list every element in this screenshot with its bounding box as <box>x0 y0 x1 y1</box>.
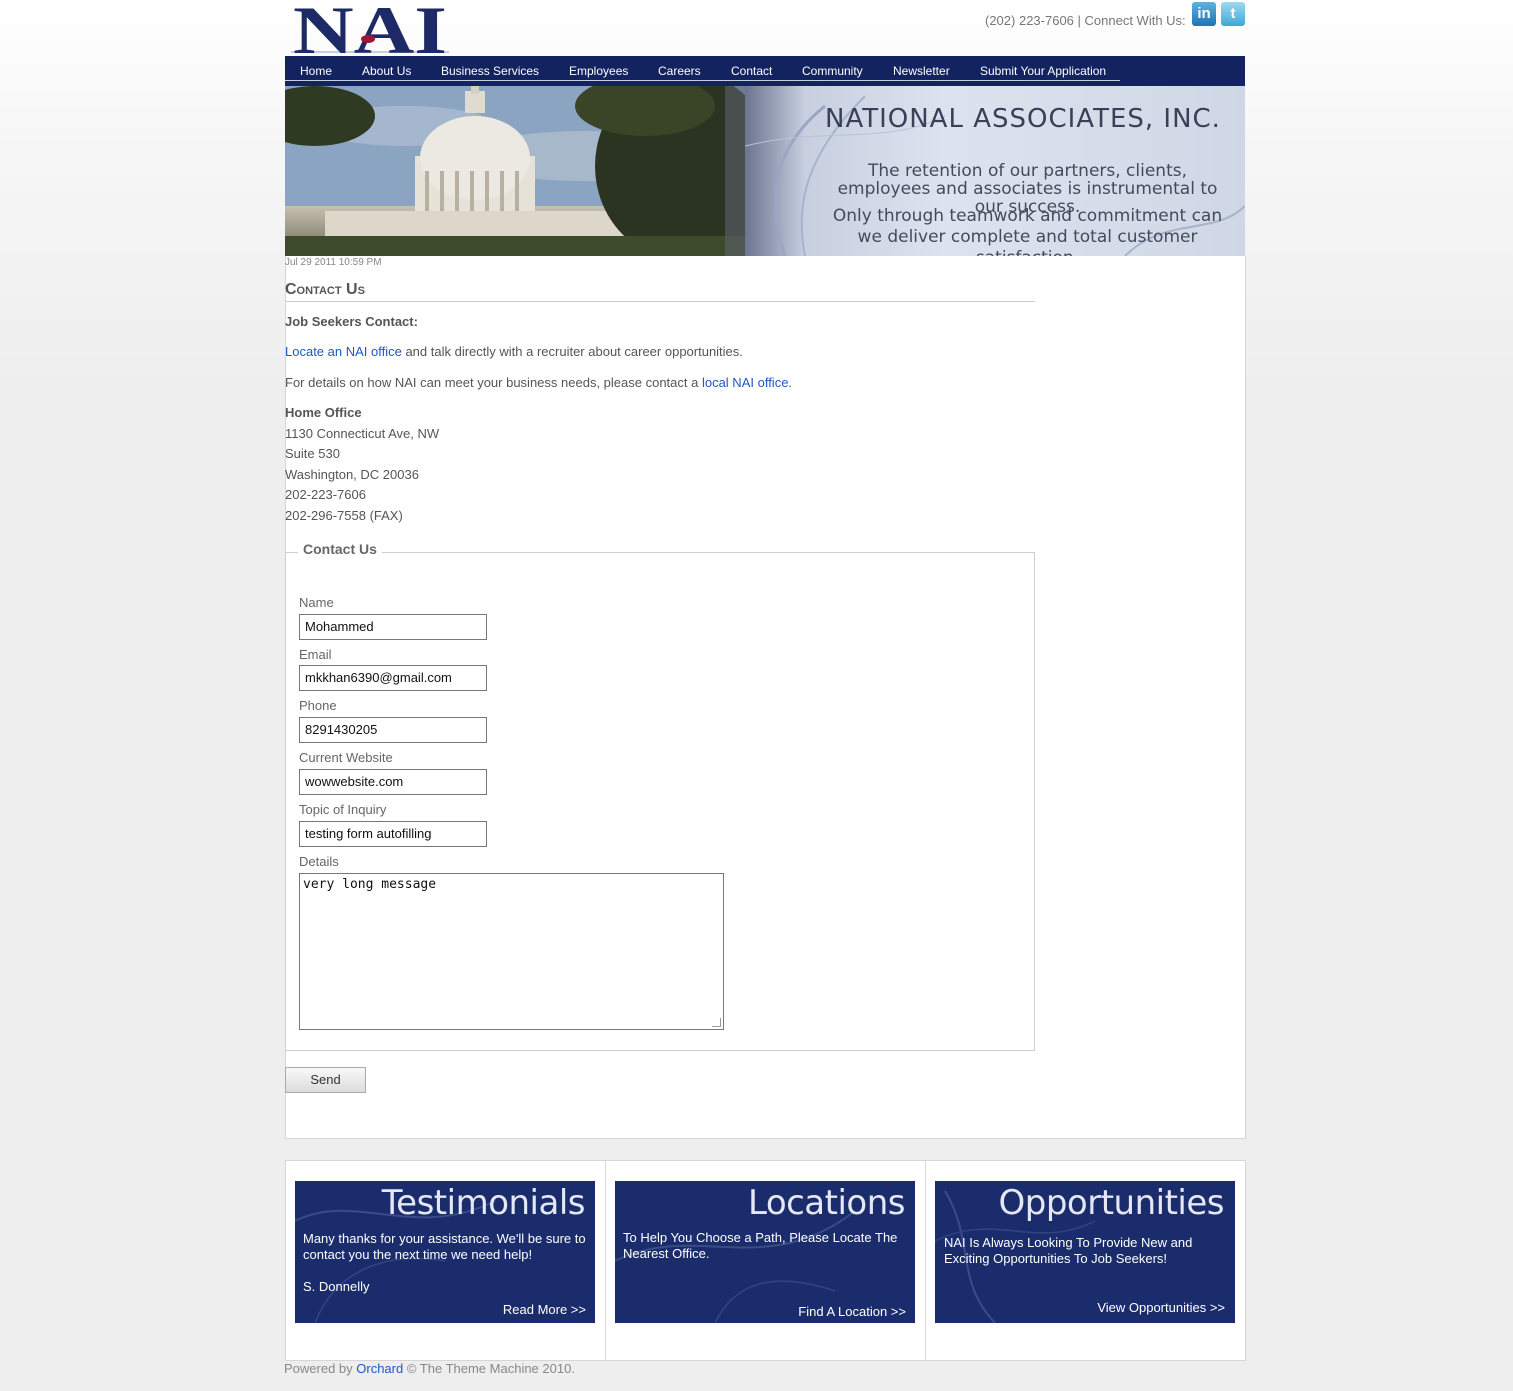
name-input[interactable]: Mohammed <box>299 614 487 640</box>
header-phone: (202) 223-7606 <box>985 13 1074 28</box>
address-fax: 202-296-7558 (FAX) <box>285 508 403 523</box>
website-label: Current Website <box>299 750 393 765</box>
powered-by: Powered by Orchard © The Theme Machine 2… <box>284 1361 575 1376</box>
textarea-resize-handle[interactable] <box>712 1018 721 1027</box>
local-office-link[interactable]: local NAI office <box>702 375 788 390</box>
nav-item-contact[interactable]: Contact <box>731 64 772 78</box>
locate-office-link[interactable]: Locate an NAI office <box>285 344 402 359</box>
column-divider <box>605 1160 606 1360</box>
powered-suffix: © The Theme Machine 2010. <box>403 1361 575 1376</box>
details-label: Details <box>299 854 339 869</box>
business-paragraph: For details on how NAI can meet your bus… <box>285 375 792 390</box>
testimonials-title: Testimonials <box>381 1183 586 1223</box>
nav-item-business-services[interactable]: Business Services <box>441 64 539 78</box>
banner-tagline-2: Only through teamwork and commitment can… <box>832 206 1223 256</box>
page-title: Contact Us <box>285 281 1035 302</box>
business-paragraph-text: For details on how NAI can meet your bus… <box>285 375 702 390</box>
nav-item-about-us[interactable]: About Us <box>362 64 411 78</box>
topic-label: Topic of Inquiry <box>299 802 387 817</box>
view-opportunities-link[interactable]: View Opportunities >> <box>1097 1300 1225 1315</box>
address-city: Washington, DC 20036 <box>285 467 419 482</box>
business-paragraph-end: . <box>788 375 793 390</box>
job-seekers-heading: Job Seekers Contact: <box>285 314 418 329</box>
column-divider <box>925 1160 926 1360</box>
find-location-link[interactable]: Find A Location >> <box>798 1304 906 1319</box>
header-contact: (202) 223-7606 | Connect With Us: <box>985 13 1186 28</box>
phone-label: Phone <box>299 698 337 713</box>
nav-underline <box>285 80 1120 81</box>
nav-item-employees[interactable]: Employees <box>569 64 628 78</box>
locations-text: To Help You Choose a Path, Please Locate… <box>623 1230 898 1261</box>
testimonials-panel: Testimonials Many thanks for your assist… <box>295 1181 595 1323</box>
testimonial-author: S. Donnelly <box>303 1279 370 1294</box>
locate-paragraph: Locate an NAI office and talk directly w… <box>285 344 743 359</box>
read-more-link[interactable]: Read More >> <box>503 1302 586 1317</box>
nav-item-submit-application[interactable]: Submit Your Application <box>980 64 1106 78</box>
home-office-heading: Home Office <box>285 405 362 420</box>
orchard-link[interactable]: Orchard <box>356 1361 403 1376</box>
details-textarea[interactable]: very long message <box>299 873 724 1030</box>
connect-label: Connect With Us: <box>1084 13 1186 28</box>
nav-item-home[interactable]: Home <box>300 64 332 78</box>
page: NAI (202) 223-7606 | Connect With Us: in… <box>0 0 1513 1391</box>
main-nav: Home About Us Business Services Employee… <box>285 56 1245 86</box>
email-input[interactable]: mkkhan6390@gmail.com <box>299 665 487 691</box>
contact-form-legend: Contact Us <box>298 541 382 557</box>
opportunities-text: NAI Is Always Looking To Provide New and… <box>944 1235 1193 1266</box>
nav-item-community[interactable]: Community <box>802 64 863 78</box>
post-timestamp: Jul 29 2011 10:59 PM <box>285 257 382 268</box>
twitter-glyph: t <box>1230 5 1236 22</box>
opportunities-title: Opportunities <box>998 1183 1225 1223</box>
nai-logo[interactable]: NAI <box>291 0 449 56</box>
locations-panel: Locations To Help You Choose a Path, Ple… <box>615 1181 915 1323</box>
locations-title: Locations <box>747 1183 906 1223</box>
banner-company-name: NATIONAL ASSOCIATES, INC. <box>825 104 1221 134</box>
testimonial-quote: Many thanks for your assistance. We'll b… <box>303 1231 586 1262</box>
name-label: Name <box>299 595 334 610</box>
nav-item-newsletter[interactable]: Newsletter <box>893 64 950 78</box>
phone-input[interactable]: 8291430205 <box>299 717 487 743</box>
header-separator: | <box>1073 13 1085 28</box>
topic-input[interactable]: testing form autofilling <box>299 821 487 847</box>
svg-text:NAI: NAI <box>293 0 447 56</box>
linkedin-glyph: in <box>1197 5 1211 22</box>
address-street: 1130 Connecticut Ave, NW <box>285 426 440 441</box>
send-button[interactable]: Send <box>285 1067 366 1093</box>
nav-item-careers[interactable]: Careers <box>658 64 701 78</box>
capitol-photo <box>285 86 775 256</box>
twitter-icon[interactable]: t <box>1221 2 1245 26</box>
locate-paragraph-text: and talk directly with a recruiter about… <box>401 344 743 359</box>
address-suite: Suite 530 <box>285 446 340 461</box>
opportunities-panel: Opportunities NAI Is Always Looking To P… <box>935 1181 1235 1323</box>
website-input[interactable]: wowwebsite.com <box>299 769 487 795</box>
email-label: Email <box>299 647 332 662</box>
hero-banner: NATIONAL ASSOCIATES, INC. The retention … <box>285 86 1245 256</box>
address-phone: 202-223-7606 <box>285 487 366 502</box>
linkedin-icon[interactable]: in <box>1192 2 1216 26</box>
powered-prefix: Powered by <box>284 1361 357 1376</box>
